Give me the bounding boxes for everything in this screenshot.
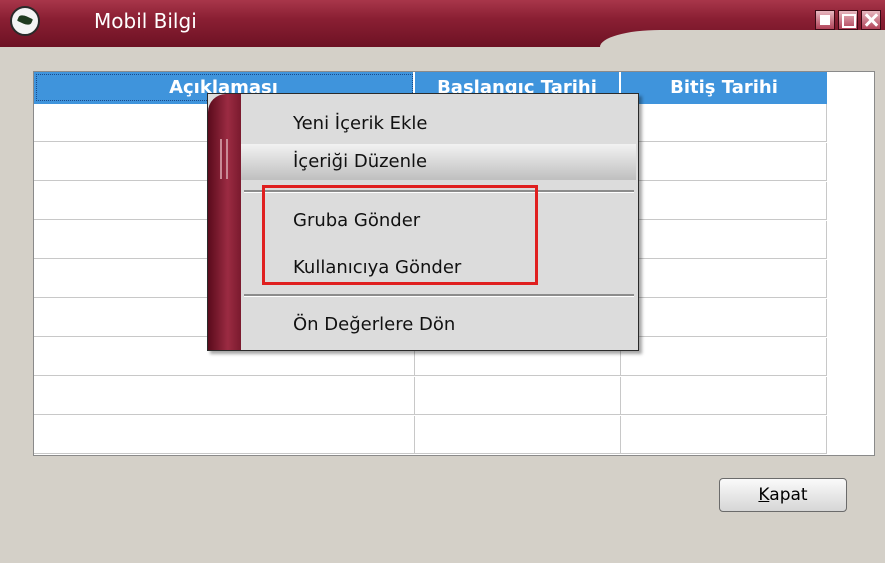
- table-cell[interactable]: [621, 416, 827, 454]
- kapat-mnemonic: K: [758, 485, 770, 505]
- table-cell[interactable]: [415, 377, 621, 415]
- grip-icon: [220, 139, 228, 179]
- mobil-bilgi-window: Mobil Bilgi Açıklaması Başlangıç Tarihi …: [0, 0, 885, 563]
- window-title: Mobil Bilgi: [94, 9, 197, 33]
- table-cell[interactable]: [415, 416, 621, 454]
- kapat-button[interactable]: Kapat: [719, 478, 847, 512]
- table-cell[interactable]: [34, 377, 415, 415]
- table-cell[interactable]: [621, 377, 827, 415]
- table-row[interactable]: [34, 377, 827, 415]
- table-cell[interactable]: [621, 221, 827, 259]
- app-icon: [10, 6, 40, 36]
- title-bar[interactable]: Mobil Bilgi: [0, 0, 885, 47]
- kapat-label: apat: [769, 485, 808, 505]
- column-header-bitis-tarihi[interactable]: Bitiş Tarihi: [621, 72, 827, 104]
- menu-item-on-degerlere-don[interactable]: Ön Değerlere Dön: [241, 307, 636, 343]
- table-cell[interactable]: [621, 143, 827, 181]
- table-cell[interactable]: [621, 104, 827, 142]
- annotation-highlight-box: [262, 185, 538, 285]
- table-row[interactable]: [34, 416, 827, 454]
- menu-separator: [244, 294, 634, 297]
- context-menu-strip: [208, 94, 241, 350]
- minimize-button[interactable]: [815, 10, 835, 30]
- table-cell[interactable]: [621, 338, 827, 376]
- table-cell[interactable]: [621, 182, 827, 220]
- table-cell[interactable]: [621, 299, 827, 337]
- table-cell[interactable]: [621, 260, 827, 298]
- menu-item-icerigi-duzenle[interactable]: İçeriği Düzenle: [241, 144, 636, 180]
- table-cell[interactable]: [34, 416, 415, 454]
- maximize-button[interactable]: [838, 10, 858, 30]
- title-bar-edge: [600, 30, 885, 47]
- close-window-button[interactable]: [861, 10, 881, 30]
- menu-item-yeni-icerik-ekle[interactable]: Yeni İçerik Ekle: [241, 106, 636, 142]
